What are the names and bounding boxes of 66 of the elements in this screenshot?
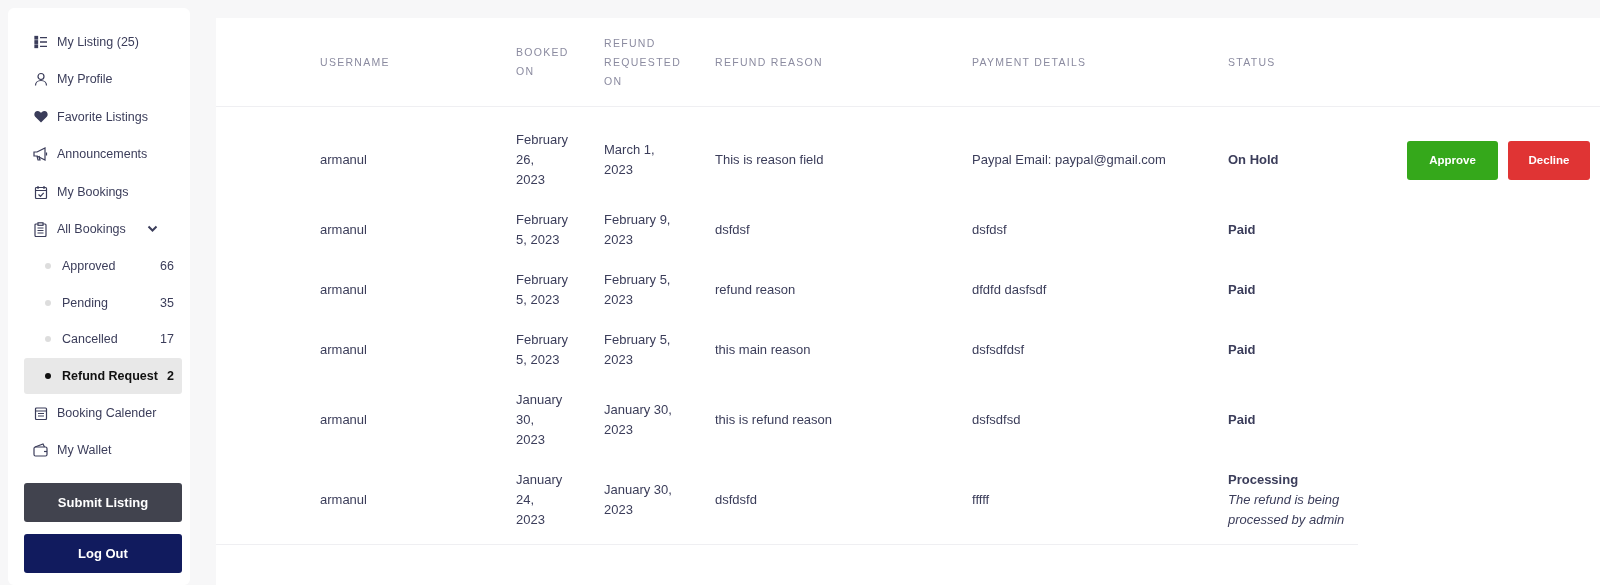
date-cell-text: February 5, 2023	[516, 331, 566, 369]
list-icon	[33, 34, 48, 49]
calendar-icon	[33, 405, 48, 420]
sidebar-item[interactable]: Booking Calender	[24, 394, 182, 432]
submit-listing-button[interactable]: Submit Listing	[24, 483, 182, 522]
username-cell-text: armanul	[320, 221, 368, 239]
sidebar-item[interactable]: My Profile	[24, 60, 182, 98]
person-icon	[33, 72, 48, 87]
payment-cell-text: Paypal Email: paypal@gmail.com	[972, 151, 1167, 169]
status-label: On Hold	[1228, 151, 1280, 169]
date-cell-text: February 5, 2023	[604, 331, 672, 369]
reason-cell-text: dsfdsf	[715, 221, 751, 239]
username-cell-text: armanul	[320, 341, 368, 359]
column-header: REFUND REQUESTED ON	[604, 35, 682, 89]
sidebar-item[interactable]: Favorite Listings	[24, 98, 182, 136]
payment-cell-text: dsfsdfdsf	[972, 341, 1026, 359]
date-cell-text: January 30, 2023	[604, 401, 673, 439]
sidebar-item[interactable]: All Bookings	[24, 210, 182, 248]
username-cell-text: armanul	[320, 151, 368, 169]
date-cell-text: February 9, 2023	[604, 211, 672, 249]
status-label: Paid	[1228, 221, 1257, 239]
status-note: The refund is being processed by admin	[1228, 491, 1346, 529]
column-header: REFUND REASON	[715, 54, 824, 70]
date-cell-text: January 24, 2023	[516, 471, 564, 529]
calendar-check-icon	[33, 184, 48, 199]
sidebar-subitem[interactable]: Refund Request 2	[24, 357, 182, 394]
logout-button[interactable]: Log Out	[24, 534, 182, 573]
payment-cell-text: dsfdsf	[972, 221, 1008, 239]
wallet-icon	[33, 443, 48, 458]
date-cell-text: February 5, 2023	[604, 271, 672, 309]
sidebar-subitem[interactable]: Approved 66	[24, 248, 182, 285]
sidebar-item[interactable]: My Listing (25)	[24, 23, 182, 61]
status-label: Paid	[1228, 411, 1257, 429]
date-cell-text: March 1, 2023	[604, 141, 656, 179]
column-header: BOOKED ON	[516, 45, 566, 79]
reason-cell-text: This is reason field	[715, 151, 825, 169]
payment-cell-text: fffff	[972, 491, 991, 509]
status-label: Processing	[1228, 471, 1300, 489]
date-cell-text: February 26, 2023	[516, 131, 566, 189]
sidebar-item[interactable]: My Wallet	[24, 431, 182, 469]
sidebar-subitem[interactable]: Cancelled 17	[24, 321, 182, 358]
payment-cell-text: dfdfd dasfsdf	[972, 281, 1048, 299]
date-cell-text: January 30, 2023	[516, 391, 564, 449]
column-header: USERNAME	[320, 54, 391, 70]
column-header: STATUS	[1228, 54, 1277, 70]
username-cell-text: armanul	[320, 491, 368, 509]
reason-cell-text: dsfdsfd	[715, 491, 758, 509]
clipboard-icon	[33, 221, 48, 237]
reason-cell-text: refund reason	[715, 281, 797, 299]
reason-cell-text: this is refund reason	[715, 411, 834, 429]
date-cell-text: February 5, 2023	[516, 271, 566, 309]
sidebar-subitem[interactable]: Pending 35	[24, 284, 182, 321]
megaphone-icon	[33, 147, 48, 162]
date-cell-text: January 30, 2023	[604, 481, 673, 519]
decline-button[interactable]: Decline	[1508, 140, 1590, 180]
sidebar-item[interactable]: Announcements	[24, 135, 182, 173]
status-label: Paid	[1228, 341, 1257, 359]
date-cell-text: February 5, 2023	[516, 211, 566, 249]
reason-cell-text: this main reason	[715, 341, 812, 359]
column-header: PAYMENT DETAILS	[972, 54, 1088, 70]
sidebar-item[interactable]: My Bookings	[24, 173, 182, 211]
heart-icon	[33, 110, 48, 124]
payment-cell-text: dsfsdfsd	[972, 411, 1022, 429]
username-cell-text: armanul	[320, 281, 368, 299]
status-label: Paid	[1228, 281, 1257, 299]
username-cell-text: armanul	[320, 411, 368, 429]
